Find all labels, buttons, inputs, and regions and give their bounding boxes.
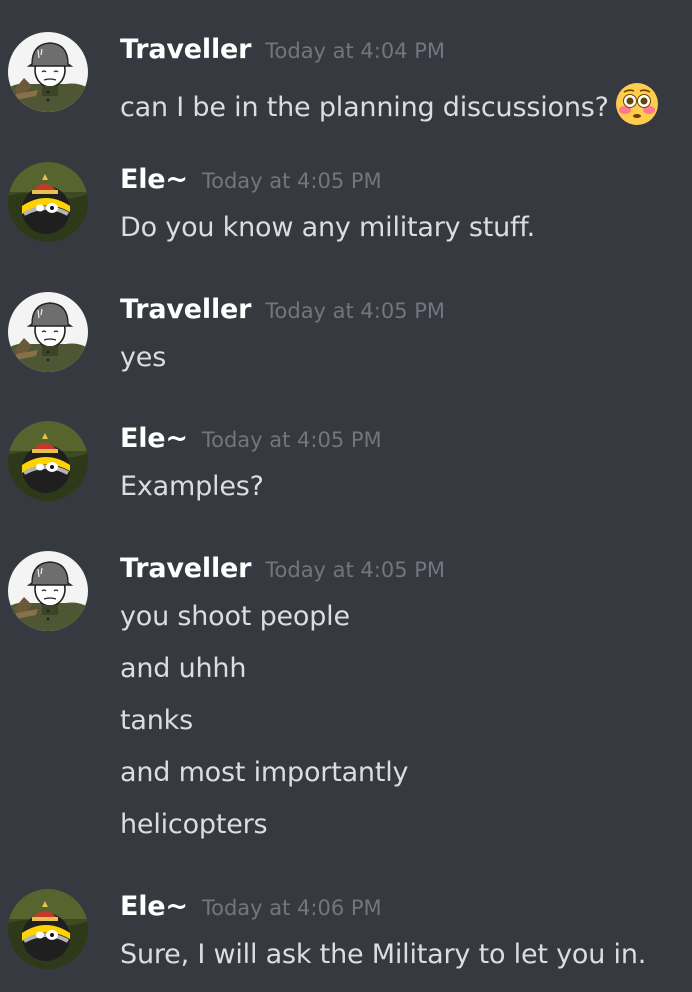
- message-text: yes: [120, 342, 166, 373]
- countryball-avatar[interactable]: [8, 162, 88, 242]
- message-text: Sure, I will ask the Military to let you…: [120, 939, 646, 970]
- message-text-content: you shoot people: [120, 601, 350, 632]
- username[interactable]: Traveller: [120, 553, 251, 584]
- flushed-face-emoji[interactable]: [615, 82, 659, 133]
- countryball-avatar[interactable]: [8, 889, 88, 969]
- timestamp: Today at 4:04 PM: [265, 39, 446, 63]
- message-text: you shoot people: [120, 601, 350, 632]
- soldier-avatar[interactable]: [8, 551, 88, 631]
- message-text: Do you know any military stuff.: [120, 212, 535, 243]
- message-text-content: helicopters: [120, 809, 268, 840]
- username[interactable]: Traveller: [120, 34, 251, 65]
- message-text-content: Examples?: [120, 471, 264, 502]
- message-text-content: and uhhh: [120, 653, 247, 684]
- message-text-content: Do you know any military stuff.: [120, 212, 536, 243]
- message-header: Ele~ Today at 4:06 PM: [120, 891, 382, 922]
- message-text: and most importantly: [120, 757, 409, 788]
- message-text-content: Sure, I will ask the Military to let you…: [120, 939, 647, 970]
- soldier-avatar[interactable]: [8, 292, 88, 372]
- message-text: can I be in the planning discussions?: [120, 82, 659, 133]
- timestamp: Today at 4:05 PM: [201, 428, 382, 452]
- timestamp: Today at 4:05 PM: [201, 169, 382, 193]
- timestamp: Today at 4:05 PM: [265, 558, 446, 582]
- message-text: helicopters: [120, 809, 268, 840]
- timestamp: Today at 4:06 PM: [201, 896, 382, 920]
- message-header: Ele~ Today at 4:05 PM: [120, 164, 382, 195]
- message-text: Examples?: [120, 471, 264, 502]
- username[interactable]: Ele~: [120, 891, 188, 922]
- message-text: tanks: [120, 705, 193, 736]
- message-text-content: and most importantly: [120, 757, 409, 788]
- username[interactable]: Ele~: [120, 164, 188, 195]
- message-header: Traveller Today at 4:05 PM: [120, 553, 445, 584]
- timestamp: Today at 4:05 PM: [265, 299, 446, 323]
- message-header: Traveller Today at 4:05 PM: [120, 294, 445, 325]
- message-header: Traveller Today at 4:04 PM: [120, 34, 445, 65]
- countryball-avatar[interactable]: [8, 421, 88, 501]
- message-text-content: tanks: [120, 705, 193, 736]
- username[interactable]: Traveller: [120, 294, 251, 325]
- message-header: Ele~ Today at 4:05 PM: [120, 423, 382, 454]
- message-text: and uhhh: [120, 653, 246, 684]
- username[interactable]: Ele~: [120, 423, 188, 454]
- soldier-avatar[interactable]: [8, 32, 88, 112]
- message-text-content: yes: [120, 342, 167, 373]
- message-text-content: can I be in the planning discussions?: [120, 92, 609, 123]
